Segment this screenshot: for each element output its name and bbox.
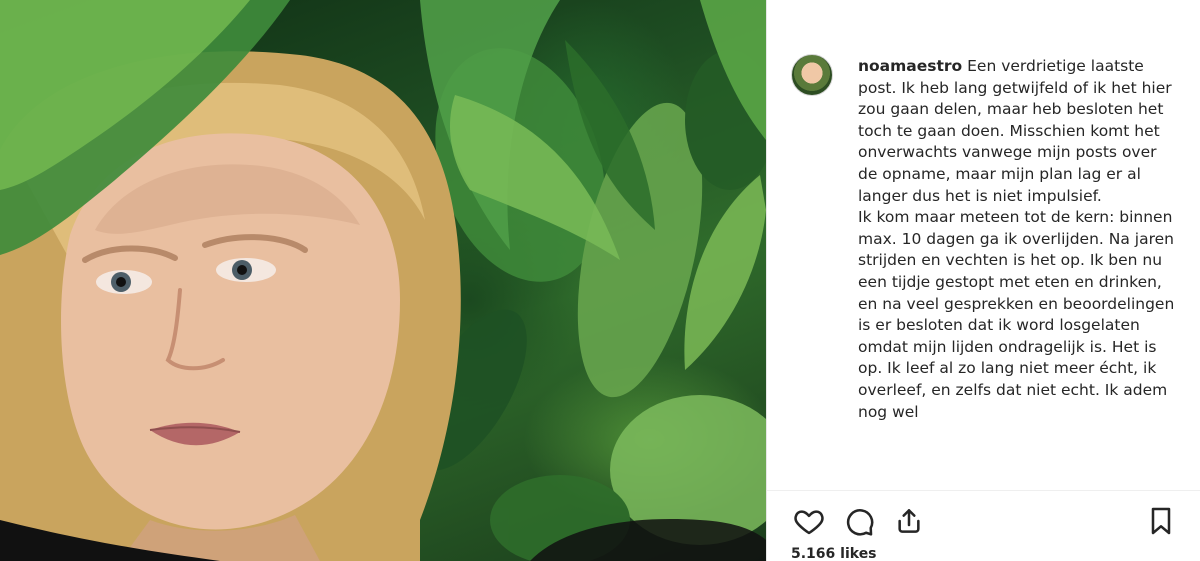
post-caption: noamaestro Een verdrietige laatste post.… xyxy=(858,56,1176,488)
divider xyxy=(767,490,1200,491)
post-photo[interactable] xyxy=(0,0,766,561)
share-icon xyxy=(898,509,920,533)
foreground-leaves xyxy=(0,0,766,370)
share-button[interactable] xyxy=(889,501,929,541)
save-button[interactable] xyxy=(1141,501,1181,541)
username[interactable]: noamaestro xyxy=(858,57,962,75)
likes-count[interactable]: 5.166 likes xyxy=(791,546,877,561)
comment-button[interactable] xyxy=(839,501,879,541)
instagram-post-view: noamaestro Een verdrietige laatste post.… xyxy=(0,0,1200,561)
caption-text: Een verdrietige laatste post. Ik heb lan… xyxy=(858,57,1175,421)
comment-icon xyxy=(846,509,874,536)
heart-icon xyxy=(794,510,824,535)
like-button[interactable] xyxy=(789,501,829,541)
avatar[interactable] xyxy=(791,54,833,96)
action-bar xyxy=(789,501,1185,541)
bookmark-icon xyxy=(1151,507,1171,535)
post-sidebar: noamaestro Een verdrietige laatste post.… xyxy=(766,0,1200,561)
